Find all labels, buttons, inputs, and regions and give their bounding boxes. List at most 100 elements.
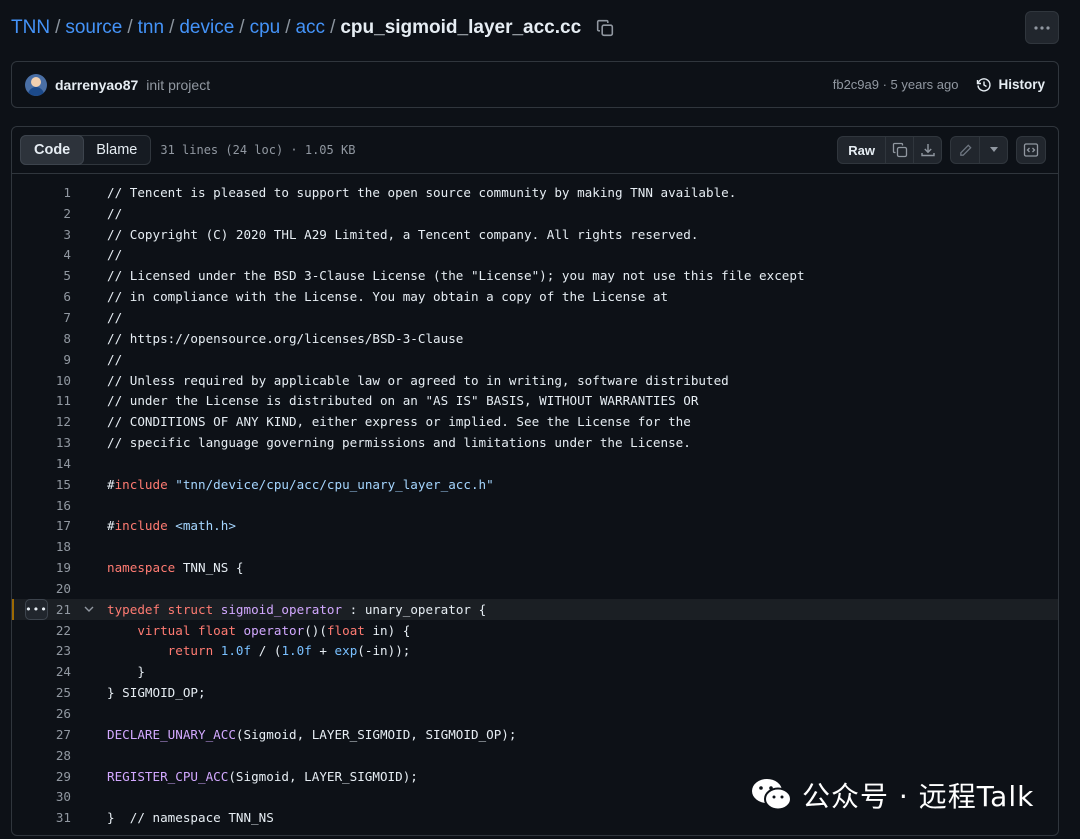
copy-raw-button[interactable]: [885, 137, 913, 163]
line-code: REGISTER_CPU_ACC(Sigmoid, LAYER_SIGMOID)…: [107, 769, 418, 784]
line-number[interactable]: 16: [12, 498, 71, 513]
line-code: // Tencent is pleased to support the ope…: [107, 185, 736, 200]
code-line[interactable]: 18: [12, 536, 1058, 557]
breadcrumb-dir-link[interactable]: tnn: [138, 17, 164, 39]
code-line[interactable]: 17 #include <math.h>: [12, 516, 1058, 537]
file-viewer: Code Blame 31 lines (24 loc) · 1.05 KB R…: [11, 126, 1059, 836]
line-number[interactable]: 30: [12, 789, 71, 804]
code-token: (-in));: [357, 643, 411, 659]
code-line[interactable]: 14: [12, 453, 1058, 474]
code-line[interactable]: 2 //: [12, 203, 1058, 224]
line-number[interactable]: 1: [12, 185, 71, 200]
code-line[interactable]: 7 //: [12, 307, 1058, 328]
code-token: return: [167, 643, 214, 659]
code-line[interactable]: 27 DECLARE_UNARY_ACC(Sigmoid, LAYER_SIGMO…: [12, 724, 1058, 745]
line-number[interactable]: 28: [12, 748, 71, 763]
code-line[interactable]: 26: [12, 703, 1058, 724]
fold-toggle[interactable]: [71, 606, 107, 613]
tab-code[interactable]: Code: [20, 135, 85, 165]
line-number[interactable]: 23: [12, 643, 71, 658]
code-line[interactable]: 1 // Tencent is pleased to support the op…: [12, 182, 1058, 203]
breadcrumb-dir-link[interactable]: source: [65, 17, 122, 39]
line-number[interactable]: 11: [12, 393, 71, 408]
line-code: }: [107, 664, 145, 679]
code-line[interactable]: 20: [12, 578, 1058, 599]
code-line[interactable]: 16: [12, 495, 1058, 516]
code-line[interactable]: 23 return 1.0f / (1.0f + exp(-in));: [12, 641, 1058, 662]
code-token: // in compliance with the License. You m…: [107, 289, 669, 305]
line-code: namespace TNN_NS {: [107, 560, 244, 575]
tab-blame[interactable]: Blame: [83, 136, 150, 164]
edit-dropdown-button[interactable]: [979, 137, 1007, 163]
code-line[interactable]: 15 #include "tnn/device/cpu/acc/cpu_unary…: [12, 474, 1058, 495]
code-line[interactable]: 3 // Copyright (C) 2020 THL A29 Limited, …: [12, 224, 1058, 245]
code-line[interactable]: 24 }: [12, 661, 1058, 682]
code-line[interactable]: 19 namespace TNN_NS {: [12, 557, 1058, 578]
line-number[interactable]: 17: [12, 518, 71, 533]
breadcrumb-dir-link[interactable]: acc: [295, 17, 325, 39]
line-number[interactable]: 5: [12, 268, 71, 283]
line-number[interactable]: 3: [12, 227, 71, 242]
line-number[interactable]: 27: [12, 727, 71, 742]
line-number[interactable]: 26: [12, 706, 71, 721]
code-token: 1.0f: [281, 643, 312, 659]
line-number[interactable]: 18: [12, 539, 71, 554]
symbols-panel-button[interactable]: [1017, 137, 1045, 163]
line-number[interactable]: 20: [12, 581, 71, 596]
line-number[interactable]: 4: [12, 247, 71, 262]
line-number[interactable]: 29: [12, 769, 71, 784]
line-number[interactable]: 6: [12, 289, 71, 304]
download-button[interactable]: [913, 137, 941, 163]
breadcrumb-dir-link[interactable]: device: [179, 17, 234, 39]
line-number[interactable]: 25: [12, 685, 71, 700]
breadcrumb-dir-link[interactable]: cpu: [250, 17, 281, 39]
line-code: // https://opensource.org/licenses/BSD-3…: [107, 331, 463, 346]
code-token: // Copyright (C) 2020 THL A29 Limited, a…: [107, 226, 699, 242]
line-number[interactable]: 31: [12, 810, 71, 825]
avatar[interactable]: [25, 73, 47, 96]
code-token: / (: [251, 643, 282, 659]
more-options-button[interactable]: [1025, 11, 1059, 44]
line-number[interactable]: 19: [12, 560, 71, 575]
raw-button[interactable]: Raw: [838, 137, 885, 163]
code-line[interactable]: 13 // specific language governing permiss…: [12, 432, 1058, 453]
code-line[interactable]: ••• 21 typedef struct sigmoid_operator : u…: [12, 598, 1058, 620]
line-number[interactable]: 13: [12, 435, 71, 450]
code-line[interactable]: 8 // https://opensource.org/licenses/BSD-…: [12, 328, 1058, 349]
code-line[interactable]: 6 // in compliance with the License. You …: [12, 286, 1058, 307]
line-options-button[interactable]: •••: [25, 598, 48, 620]
code-view[interactable]: 1 // Tencent is pleased to support the op…: [12, 174, 1058, 828]
edit-button[interactable]: [951, 137, 979, 163]
copy-path-button[interactable]: [595, 18, 615, 38]
line-number[interactable]: 12: [12, 414, 71, 429]
code-line[interactable]: 11 // under the License is distributed on…: [12, 390, 1058, 411]
commit-sha-age[interactable]: fb2c9a9 · 5 years ago: [833, 77, 959, 92]
commit-author-link[interactable]: darrenyao87: [55, 77, 138, 93]
line-number[interactable]: 8: [12, 331, 71, 346]
code-line[interactable]: 12 // CONDITIONS OF ANY KIND, either expr…: [12, 411, 1058, 432]
code-line[interactable]: 5 // Licensed under the BSD 3-Clause Lice…: [12, 265, 1058, 286]
code-line[interactable]: 9 //: [12, 349, 1058, 370]
code-token: REGISTER_CPU_ACC: [107, 768, 229, 784]
line-number[interactable]: 7: [12, 310, 71, 325]
line-number[interactable]: 2: [12, 206, 71, 221]
code-line[interactable]: 25} SIGMOID_OP;: [12, 682, 1058, 703]
line-number[interactable]: 24: [12, 664, 71, 679]
line-number[interactable]: 15: [12, 477, 71, 492]
line-number[interactable]: 10: [12, 373, 71, 388]
code-line[interactable]: 10 // Unless required by applicable law o…: [12, 370, 1058, 391]
code-line[interactable]: 4 //: [12, 245, 1058, 266]
line-number[interactable]: 22: [12, 623, 71, 638]
code-line[interactable]: 28: [12, 745, 1058, 766]
breadcrumb-repo-link[interactable]: TNN: [11, 17, 50, 39]
line-number[interactable]: 14: [12, 456, 71, 471]
code-token: // CONDITIONS OF ANY KIND, either expres…: [107, 414, 691, 430]
code-line[interactable]: 22 virtual float operator()(float in) {: [12, 620, 1058, 641]
history-button[interactable]: History: [976, 77, 1045, 93]
line-number[interactable]: 9: [12, 352, 71, 367]
commit-message-link[interactable]: init project: [146, 77, 210, 93]
line-code: #include <math.h>: [107, 518, 236, 533]
line-code: return 1.0f / (1.0f + exp(-in));: [107, 643, 411, 659]
